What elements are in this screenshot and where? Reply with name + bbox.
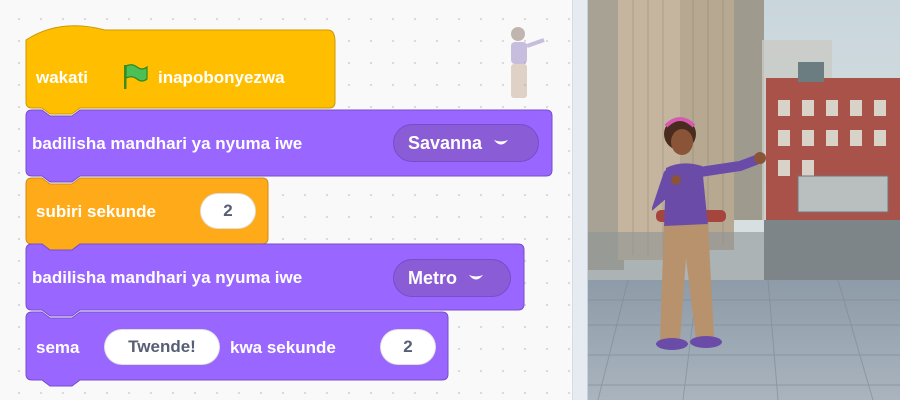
panel-divider [572,0,588,400]
code-workspace[interactable]: wakati inapobonyezwa badilisha mandhari … [0,0,572,400]
say-duration-label[interactable]: kwa sekunde [230,338,336,358]
say-message-input[interactable]: Twende! [104,329,220,365]
stage[interactable] [588,0,900,400]
backdrop-dropdown-2[interactable]: Metro [393,259,511,297]
hat-prefix-text[interactable]: wakati [36,68,88,88]
wait-label[interactable]: subiri sekunde [36,202,156,222]
backdrop-dropdown-1-value: Savanna [408,132,483,153]
hat-suffix-text[interactable]: inapobonyezwa [158,68,285,88]
backdrop-dropdown-2-value: Metro [408,267,457,288]
say-label[interactable]: sema [36,338,79,358]
backdrop-dropdown-1[interactable]: Savanna [393,124,539,162]
switch-backdrop-label-1[interactable]: badilisha mandhari ya nyuma iwe [32,134,302,154]
dropdown-arrow-icon [469,275,483,280]
say-seconds-input[interactable]: 2 [380,329,436,365]
wait-seconds-input[interactable]: 2 [200,193,256,229]
sprite-character[interactable] [652,108,772,358]
switch-backdrop-label-2[interactable]: badilisha mandhari ya nyuma iwe [32,268,302,288]
green-flag-icon [124,64,148,89]
dropdown-arrow-icon [494,140,509,145]
